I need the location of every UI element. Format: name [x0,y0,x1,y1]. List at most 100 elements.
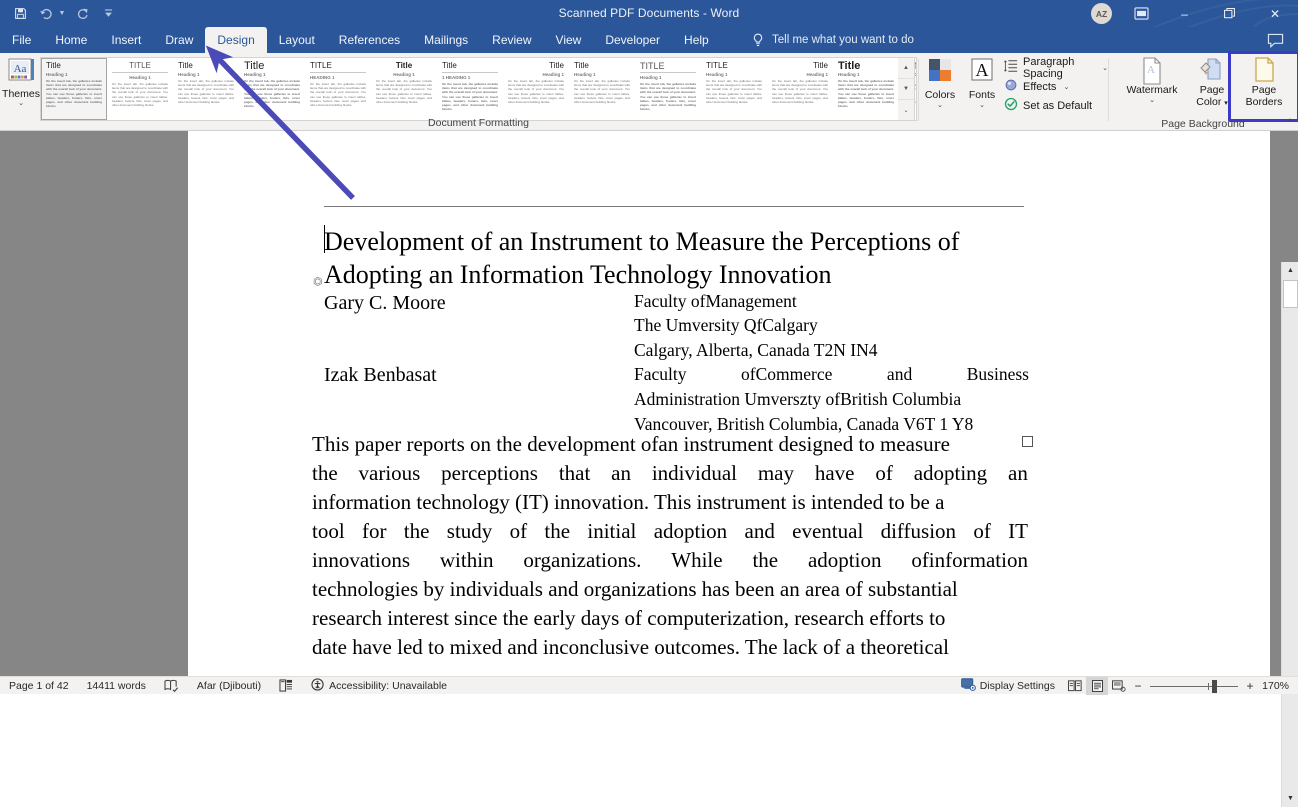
fonts-button[interactable]: A Fonts ⌄ [962,57,1002,109]
gallery-thumbnail[interactable]: TitleHeading 1On the insert tab, the gal… [767,58,833,120]
document-page[interactable]: ⏣ Development of an Instrument to Measur… [188,131,1270,676]
comment-icon[interactable] [1264,30,1286,50]
gallery-thumbnail-title: Title [508,62,564,70]
document-formatting-gallery[interactable]: TitleHeading 1On the insert tab, the gal… [40,57,917,121]
scroll-down-button[interactable]: ▼ [1282,790,1298,807]
abstract-line: thevariousperceptionsthatanindividualmay… [312,459,1028,488]
minimize-button[interactable]: – [1162,0,1207,27]
accessibility-status[interactable]: Accessibility: Unavailable [302,677,456,695]
zoom-out-button[interactable]: − [1130,679,1146,693]
themes-chevron-down-icon[interactable]: ⌄ [18,99,24,107]
effects-button[interactable]: Effects ⌄ [1004,77,1108,96]
gallery-thumbnail[interactable]: TITLEHEADING 1On the insert tab, the gal… [305,58,371,120]
gallery-thumbnail-title: TITLE [706,62,762,70]
tab-layout[interactable]: Layout [267,27,327,53]
gallery-thumbnail[interactable]: TITLEHeading 1On the insert tab, the gal… [635,58,701,120]
gallery-thumbnail[interactable]: Title Heading 1On the insert tab, the gal… [503,58,569,120]
spelling-and-grammar-check-icon[interactable] [155,677,188,695]
abstract-line: technologies by individuals and organiza… [312,575,1028,604]
author-name-1: Gary C. Moore [324,291,624,315]
fonts-chevron-down-icon[interactable]: ⌄ [979,101,985,109]
zoom-in-button[interactable]: + [1242,679,1258,693]
vertical-scrollbar[interactable]: ▲ ▼ [1281,262,1298,807]
gallery-thumbnail[interactable]: TitleHeading 1On the insert tab, the gal… [173,58,239,120]
accessibility-icon [311,678,325,694]
themes-button[interactable]: Aa Themes ⌄ [2,57,40,107]
gallery-scrollbar[interactable]: ▲ ▼ ⌄ [898,57,915,121]
page-color-label-line2: Color ▾ [1196,96,1228,110]
zoom-slider-thumb[interactable] [1212,680,1217,693]
theme-colors-icon [925,57,955,87]
customize-quick-access-toolbar-chevron-down-icon[interactable] [97,3,119,25]
tab-design[interactable]: Design [205,27,266,53]
page-color-button[interactable]: Page Color ▾ [1188,56,1236,110]
gallery-thumbnail-heading: Heading 1 [640,75,696,81]
view-print-layout-button[interactable] [1086,677,1108,695]
lightbulb-icon [752,33,764,47]
tab-mailings[interactable]: Mailings [412,27,480,53]
gallery-scroll-down-button[interactable]: ▼ [898,79,914,100]
ribbon-group-divider [918,59,919,121]
paragraph-move-handle-icon[interactable]: ⏣ [313,278,324,289]
gallery-thumbnail[interactable]: TITLEHeading 1On the insert tab, the gal… [701,58,767,120]
undo-dropdown-chevron-down-icon[interactable]: ▼ [57,3,67,25]
undo-icon[interactable] [35,3,57,25]
language-status[interactable]: Afar (Djibouti) [188,677,270,695]
watermark-chevron-down-icon[interactable]: ⌄ [1149,96,1155,104]
word-count-status[interactable]: 14411 words [78,677,155,695]
redo-icon[interactable] [71,3,93,25]
gallery-scroll-up-button[interactable]: ▲ [898,58,914,79]
scroll-up-button[interactable]: ▲ [1282,262,1298,279]
colors-chevron-down-icon[interactable]: ⌄ [937,101,943,109]
ribbon-group-document-formatting-controls: Colors ⌄ A Fonts ⌄ Paragraph Spacing ⌄ [918,53,1108,131]
scrollbar-thumb[interactable] [1283,280,1298,308]
tab-draw[interactable]: Draw [153,27,205,53]
display-settings-button[interactable]: Display Settings [952,677,1064,695]
colors-button[interactable]: Colors ⌄ [920,57,960,109]
close-button[interactable]: ✕ [1252,0,1298,27]
set-as-default-button[interactable]: Set as Default [1004,96,1108,115]
gallery-thumbnail[interactable]: TitleHeading 1On the insert tab, the gal… [239,58,305,120]
ribbon-display-options-icon[interactable] [1128,0,1154,27]
svg-text:A: A [976,60,989,80]
set-as-default-label: Set as Default [1023,100,1092,112]
view-read-mode-button[interactable] [1064,677,1086,695]
tab-home[interactable]: Home [43,27,99,53]
gallery-thumbnail[interactable]: TitleHeading 1On the insert tab, the gal… [569,58,635,120]
gallery-thumbnail-heading: Heading 1 [508,72,564,78]
gallery-thumbnail[interactable]: Title1 HEADING 1On the insert tab, the g… [437,58,503,120]
gallery-thumbnail[interactable]: TitleHeading 1On the insert tab, the gal… [833,58,899,120]
page-number-status[interactable]: Page 1 of 42 [0,677,78,695]
track-changes-icon[interactable] [270,677,302,695]
avatar[interactable]: AZ [1091,3,1112,24]
svg-text:Aa: Aa [14,63,27,75]
view-web-layout-button[interactable] [1108,677,1130,695]
page-borders-button[interactable]: Page Borders [1236,56,1292,108]
paragraph-spacing-icon [1004,59,1018,76]
tab-view[interactable]: View [544,27,594,53]
effects-chevron-down-icon[interactable]: ⌄ [1063,83,1069,91]
tell-me-search[interactable]: Tell me what you want to do [752,27,914,53]
gallery-thumbnail-heading: Heading 1 [574,72,630,78]
svg-text:A: A [1147,64,1155,76]
gallery-thumbnail[interactable]: TitleHeading 1On the insert tab, the gal… [41,58,107,120]
gallery-thumbnail[interactable]: TitleHeading 1On the insert tab, the gal… [371,58,437,120]
gallery-thumbnail[interactable]: TITLEHeading 1On the insert tab, the gal… [107,58,173,120]
gallery-thumbnail-body: On the insert tab, the galleries include… [442,82,498,111]
tab-insert[interactable]: Insert [99,27,153,53]
restore-button[interactable] [1207,0,1252,27]
zoom-level-label[interactable]: 170% [1258,680,1298,692]
tab-file[interactable]: File [0,27,43,53]
tab-developer[interactable]: Developer [593,27,672,53]
save-icon[interactable] [9,3,31,25]
gallery-thumbnail-heading: HEADING 1 [310,75,366,81]
collapse-ribbon-button[interactable]: ⌃ [1286,118,1294,129]
gallery-thumbnail-body: On the insert tab, the galleries include… [508,79,564,104]
tab-references[interactable]: References [327,27,412,53]
tab-help[interactable]: Help [672,27,721,53]
zoom-slider[interactable] [1146,677,1242,695]
watermark-button[interactable]: A Watermark ⌄ [1118,56,1186,104]
paragraph-spacing-button[interactable]: Paragraph Spacing ⌄ [1004,58,1108,77]
display-settings-icon [961,678,976,694]
tab-review[interactable]: Review [480,27,543,53]
